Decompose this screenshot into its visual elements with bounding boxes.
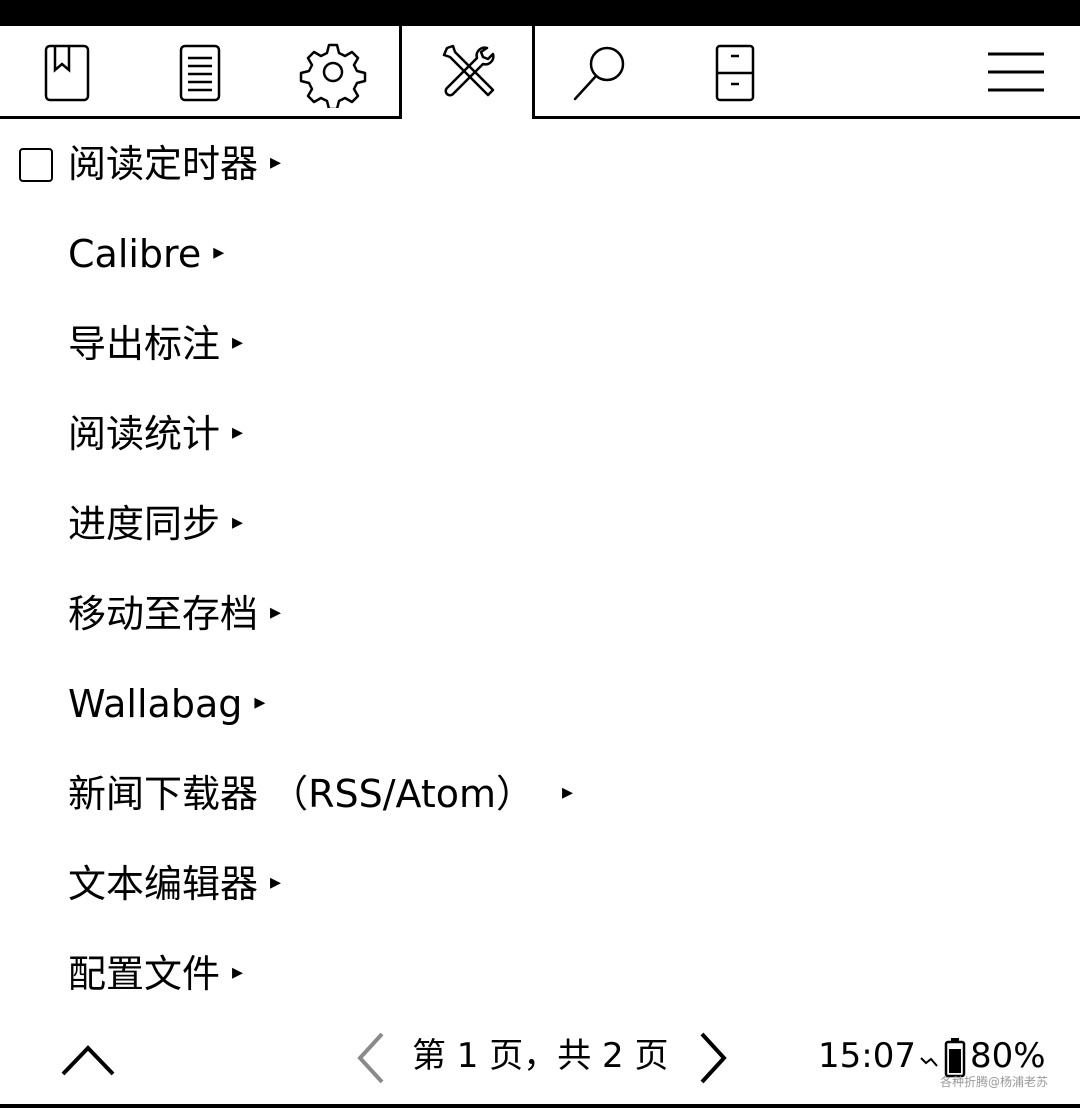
reading-timer-checkbox[interactable] [19,148,53,182]
document-list-icon [179,44,221,102]
submenu-arrow-icon: ▸ [232,420,244,446]
menu-item-text: 阅读定时器 [68,141,259,186]
submenu-arrow-icon: ▸ [270,870,282,896]
menu-item-progress-sync[interactable]: 进度同步 ▸ [0,480,1080,570]
footer-bar: 第 1 页，共 2 页 15:07 80% 各种折腾@杨浦老苏 [0,1012,1080,1108]
submenu-arrow-icon: ▸ [232,960,244,986]
tab-book-info[interactable] [0,26,134,118]
menu-item-move-to-archive[interactable]: 移动至存档 ▸ [0,570,1080,660]
tab-search[interactable] [534,26,668,118]
menu-item-profiles[interactable]: 配置文件 ▸ [0,930,1080,1020]
menu-item-news-downloader[interactable]: 新闻下载器 （RSS/Atom） ▸ [0,750,1080,840]
submenu-arrow-icon: ▸ [254,690,266,716]
submenu-arrow-icon: ▸ [270,600,282,626]
menu-item-label: 阅读定时器 ▸ [68,141,281,190]
menu-item-calibre[interactable]: Calibre ▸ [0,210,1080,300]
submenu-arrow-icon: ▸ [213,240,225,266]
submenu-arrow-icon: ▸ [562,780,574,806]
page-indicator: 第 1 页，共 2 页 [412,1036,669,1076]
menu-item-label: 文本编辑器 ▸ [68,861,281,910]
tab-bar [0,26,1080,120]
tab-tools[interactable] [400,26,534,118]
hamburger-menu-icon [988,52,1044,92]
menu-item-label: 移动至存档 ▸ [68,591,281,640]
tools-icon [442,44,495,97]
status-bar-strip [0,0,1080,26]
clock: 15:07 [818,1036,916,1076]
menu-item-label: 导出标注 ▸ [68,321,243,370]
cabinet-icon [715,44,755,102]
menu-item-export-highlights[interactable]: 导出标注 ▸ [0,300,1080,390]
menu-item-text: 移动至存档 [68,591,259,636]
menu-item-text: 配置文件 [68,951,221,996]
menu-item-label: 阅读统计 ▸ [68,411,243,460]
menu-item-text: Calibre [68,231,202,276]
gear-icon [299,43,367,108]
battery-percentage: 80% [970,1036,1046,1076]
menu-item-text: 进度同步 [68,501,221,546]
submenu-arrow-icon: ▸ [270,150,282,176]
bottom-border [0,1104,1080,1108]
search-icon [573,46,625,101]
menu-item-label: Wallabag ▸ [68,681,265,730]
menu-item-label: Calibre ▸ [68,231,224,280]
main-menu-button[interactable] [968,26,1064,118]
chevron-right-icon[interactable] [690,1030,734,1086]
menu-item-text: 文本编辑器 [68,861,259,906]
menu-item-text: 导出标注 [68,321,221,366]
wifi-off-icon [920,1057,938,1067]
menu-item-text: 阅读统计 [68,411,221,456]
tab-filing-cabinet[interactable] [668,26,802,118]
tab-settings[interactable] [266,26,400,118]
watermark: 各种折腾@杨浦老苏 [940,1075,1049,1089]
menu-item-label: 进度同步 ▸ [68,501,243,550]
chevron-up-icon[interactable] [58,1034,118,1084]
menu-item-wallabag[interactable]: Wallabag ▸ [0,660,1080,750]
menu-item-label: 新闻下载器 （RSS/Atom） ▸ [68,771,573,820]
menu-item-text: Wallabag [68,681,243,726]
menu-item-reading-timer[interactable]: 阅读定时器 ▸ [0,120,1080,210]
bookmark-book-icon [44,44,90,102]
chevron-left-icon[interactable] [350,1030,394,1086]
submenu-arrow-icon: ▸ [232,330,244,356]
menu-item-reading-stats[interactable]: 阅读统计 ▸ [0,390,1080,480]
menu-item-text: 新闻下载器 （RSS/Atom） [68,771,535,816]
menu-item-text-editor[interactable]: 文本编辑器 ▸ [0,840,1080,930]
menu-item-label: 配置文件 ▸ [68,951,243,1000]
submenu-arrow-icon: ▸ [232,510,244,536]
tab-toc[interactable] [133,26,267,118]
